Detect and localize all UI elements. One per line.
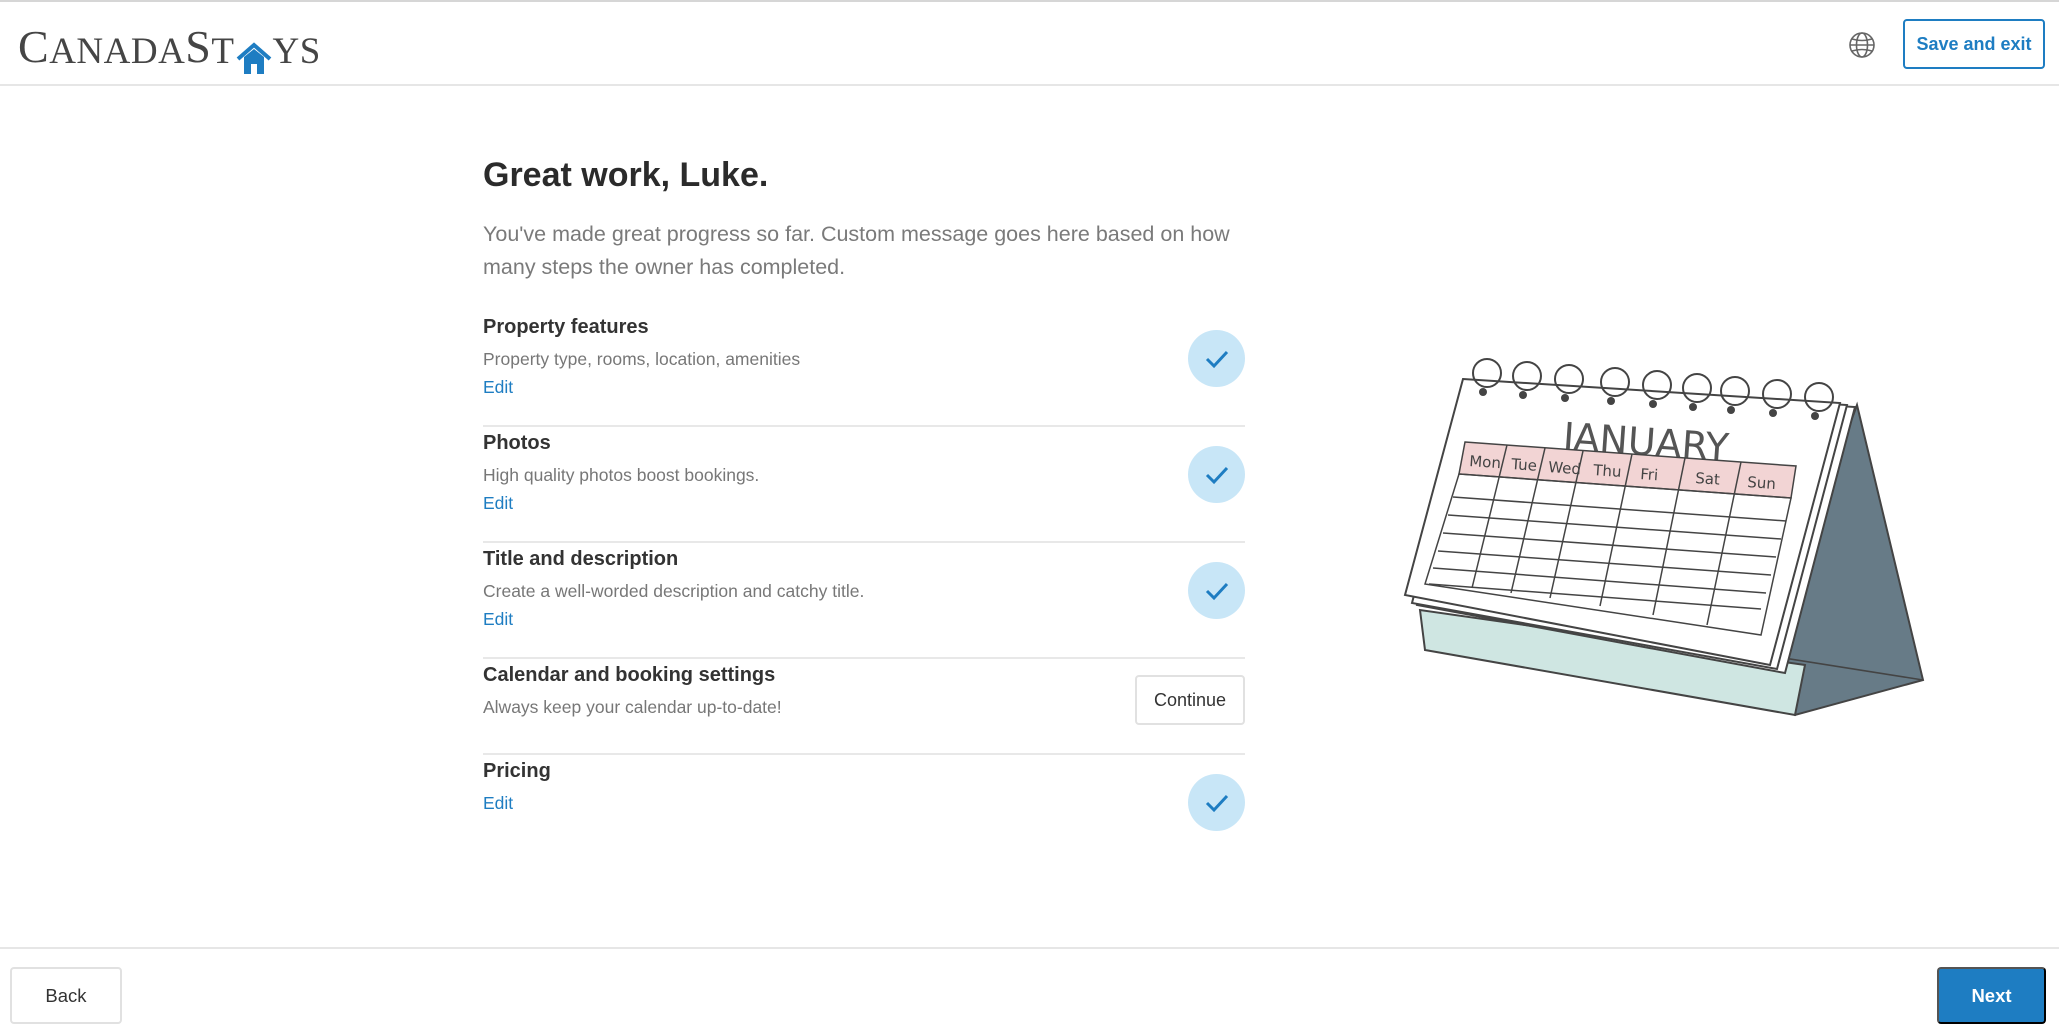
edit-link[interactable]: Edit xyxy=(483,377,513,398)
page-subtitle: You've made great progress so far. Custo… xyxy=(483,222,1230,279)
logo[interactable]: C ANADA S T YS xyxy=(18,20,321,74)
back-button[interactable]: Back xyxy=(10,967,122,1024)
checkmark-icon xyxy=(1188,330,1245,387)
checkmark-icon xyxy=(1188,446,1245,503)
logo-text: YS xyxy=(272,31,321,72)
steps-list: Property features Property type, rooms, … xyxy=(483,311,1245,871)
header: C ANADA S T YS Save and exit xyxy=(0,2,2059,86)
step-title: Pricing xyxy=(483,760,551,782)
step-description: Always keep your calendar up-to-date! xyxy=(483,697,782,717)
calendar-day-label: Sun xyxy=(1747,473,1777,493)
globe-icon[interactable] xyxy=(1848,31,1876,59)
calendar-day-label: Sat xyxy=(1695,469,1721,489)
checkmark-icon xyxy=(1188,774,1245,831)
step-title: Property features xyxy=(483,316,649,338)
house-icon xyxy=(236,36,272,74)
calendar-day-label: Mon xyxy=(1469,452,1502,472)
footer: Back Next xyxy=(0,947,2059,1032)
step-description: Create a well-worded description and cat… xyxy=(483,581,865,601)
next-button[interactable]: Next xyxy=(1937,967,2046,1024)
step-title: Photos xyxy=(483,432,551,454)
step-property-features: Property features Property type, rooms, … xyxy=(483,311,1245,427)
step-description: Property type, rooms, location, amenitie… xyxy=(483,349,801,369)
step-photos: Photos High quality photos boost booking… xyxy=(483,427,1245,543)
save-and-exit-button[interactable]: Save and exit xyxy=(1903,19,2045,69)
continue-button[interactable]: Continue xyxy=(1135,675,1245,725)
calendar-day-label: Fri xyxy=(1640,465,1659,484)
logo-text: C xyxy=(18,21,50,72)
step-calendar-booking: Calendar and booking settings Always kee… xyxy=(483,659,1245,755)
calendar-day-label: Wed xyxy=(1548,458,1582,478)
calendar-illustration: JANUARY Mon Tue Wed Thu Fri Sat Sun xyxy=(1395,355,1935,725)
calendar-day-label: Tue xyxy=(1510,455,1538,475)
edit-link[interactable]: Edit xyxy=(483,493,513,514)
page-title: Great work, Luke. xyxy=(483,156,769,194)
main-content: Great work, Luke. You've made great prog… xyxy=(483,150,1245,284)
edit-link[interactable]: Edit xyxy=(483,793,513,814)
logo-text: ANADA xyxy=(49,31,186,72)
step-pricing: Pricing Edit xyxy=(483,755,1245,871)
edit-link[interactable]: Edit xyxy=(483,609,513,630)
logo-text: T xyxy=(211,31,235,72)
step-title-description: Title and description Create a well-word… xyxy=(483,543,1245,659)
step-title: Title and description xyxy=(483,548,679,570)
logo-text: S xyxy=(185,21,212,72)
step-title: Calendar and booking settings xyxy=(483,664,776,686)
step-description: High quality photos boost bookings. xyxy=(483,465,760,485)
calendar-day-label: Thu xyxy=(1592,461,1622,481)
checkmark-icon xyxy=(1188,562,1245,619)
